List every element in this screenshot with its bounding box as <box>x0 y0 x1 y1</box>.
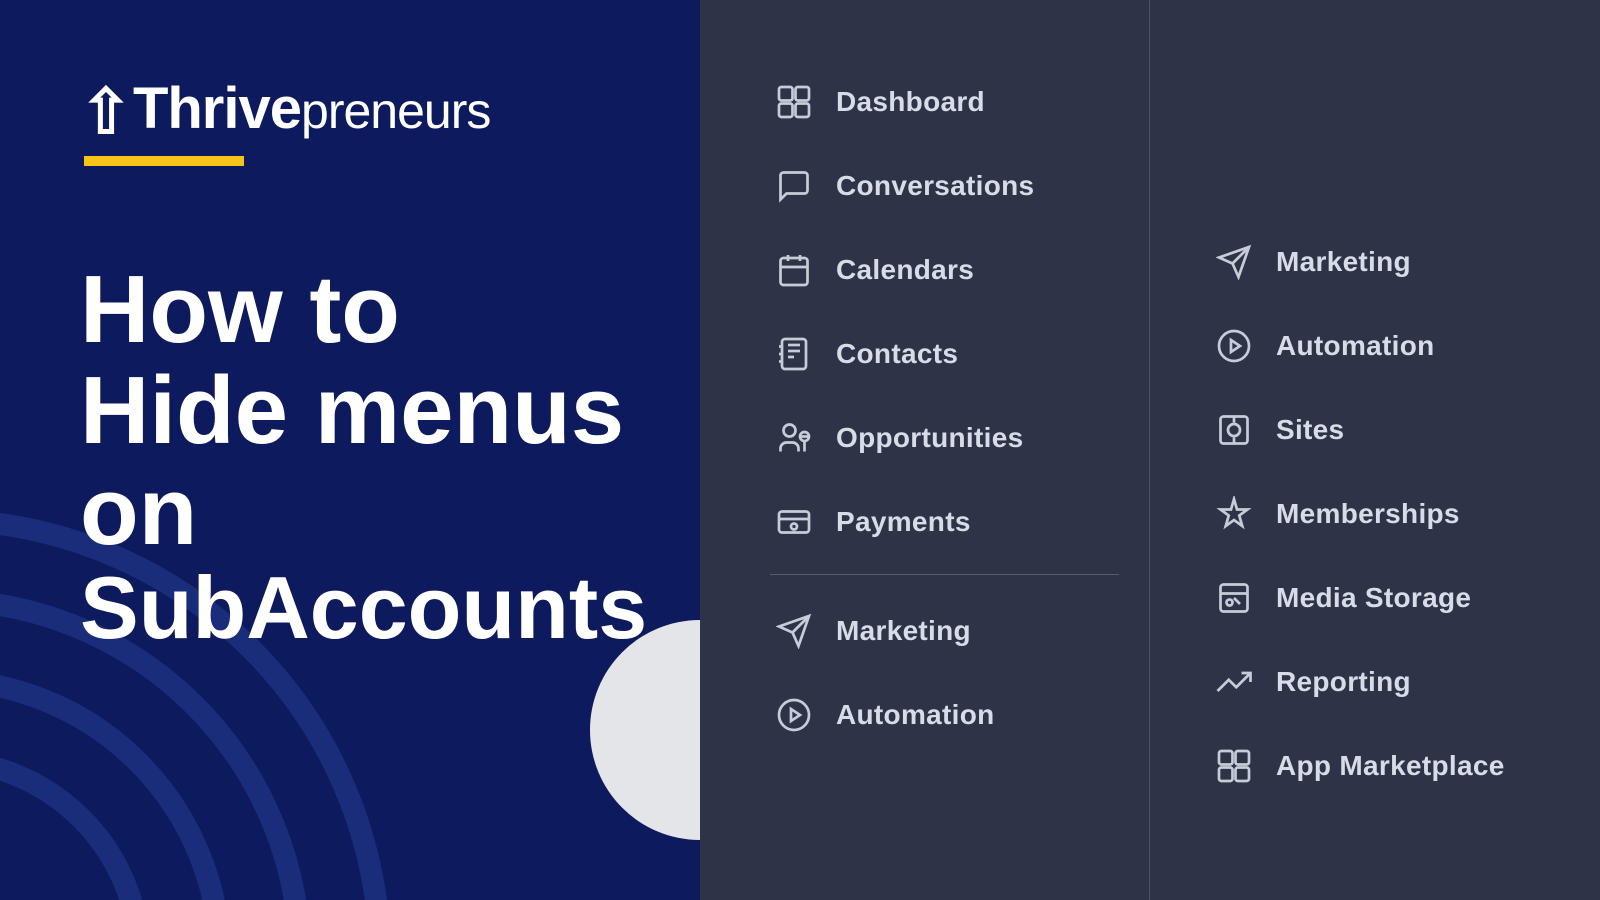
logo-preneurs: preneurs <box>301 83 490 139</box>
opportunities-icon <box>770 414 818 462</box>
menu-label-marketing: Marketing <box>1276 246 1411 278</box>
menu-item-payments[interactable]: Payments <box>760 480 1129 564</box>
menu-item-automation[interactable]: Automation <box>1200 304 1580 388</box>
sites-icon <box>1210 406 1258 454</box>
menu-column-right: Marketing Automation Sites Memberships <box>1150 0 1600 900</box>
menu-label-sites: Sites <box>1276 414 1344 446</box>
media-storage-icon <box>1210 574 1258 622</box>
menu-item-media-storage[interactable]: Media Storage <box>1200 556 1580 640</box>
menu-label-media-storage: Media Storage <box>1276 582 1471 614</box>
marketing-icon <box>1210 238 1258 286</box>
calendars-icon <box>770 246 818 294</box>
automation-icon <box>1210 322 1258 370</box>
menu-item-reporting[interactable]: Reporting <box>1200 640 1580 724</box>
menu-item-opportunities[interactable]: Opportunities <box>760 396 1129 480</box>
dashboard-icon <box>770 78 818 126</box>
menu-item-automation-bottom[interactable]: Automation <box>760 673 1129 757</box>
heading-line1: How to <box>80 260 720 361</box>
menu-label-memberships: Memberships <box>1276 498 1460 530</box>
menu-item-contacts[interactable]: Contacts <box>760 312 1129 396</box>
logo-underline <box>84 156 244 166</box>
menu-label-marketing-bottom: Marketing <box>836 615 971 647</box>
left-background: ⇧Thrivepreneurs How to Hide menus on Sub… <box>0 0 750 900</box>
logo-thrive: Thrive <box>133 76 301 141</box>
main-heading: How to Hide menus on SubAccounts <box>80 260 720 655</box>
menu-item-marketing-bottom[interactable]: Marketing <box>760 589 1129 673</box>
heading-line2: Hide menus on <box>80 361 720 563</box>
contacts-icon <box>770 330 818 378</box>
logo-area: ⇧Thrivepreneurs <box>80 80 490 166</box>
menu-item-sites[interactable]: Sites <box>1200 388 1580 472</box>
logo-text: ⇧Thrivepreneurs <box>80 80 490 144</box>
reporting-icon <box>1210 658 1258 706</box>
marketing-bottom-icon <box>770 607 818 655</box>
memberships-icon <box>1210 490 1258 538</box>
right-panel: Dashboard Conversations Calendars Contac… <box>700 0 1600 900</box>
menu-label-dashboard: Dashboard <box>836 86 985 118</box>
menu-item-memberships[interactable]: Memberships <box>1200 472 1580 556</box>
menu-label-contacts: Contacts <box>836 338 958 370</box>
heading-line3: SubAccounts <box>80 562 720 654</box>
menu-item-dashboard[interactable]: Dashboard <box>760 60 1129 144</box>
app-marketplace-icon <box>1210 742 1258 790</box>
logo-arrow: ⇧ <box>80 78 131 147</box>
menu-label-opportunities: Opportunities <box>836 422 1023 454</box>
menu-label-reporting: Reporting <box>1276 666 1411 698</box>
menu-label-app-marketplace: App Marketplace <box>1276 750 1505 782</box>
menu-item-app-marketplace[interactable]: App Marketplace <box>1200 724 1580 808</box>
menu-label-payments: Payments <box>836 506 971 538</box>
automation-bottom-icon <box>770 691 818 739</box>
conversations-icon <box>770 162 818 210</box>
logo-thrive-bold: ⇧Thrive <box>80 76 301 141</box>
menu-item-marketing[interactable]: Marketing <box>1200 220 1580 304</box>
menu-item-conversations[interactable]: Conversations <box>760 144 1129 228</box>
menu-divider <box>770 574 1119 575</box>
menu-label-conversations: Conversations <box>836 170 1034 202</box>
menu-column-left: Dashboard Conversations Calendars Contac… <box>700 0 1150 900</box>
menu-item-calendars[interactable]: Calendars <box>760 228 1129 312</box>
menu-label-automation-bottom: Automation <box>836 699 995 731</box>
menu-label-automation: Automation <box>1276 330 1435 362</box>
payments-icon <box>770 498 818 546</box>
menu-label-calendars: Calendars <box>836 254 974 286</box>
